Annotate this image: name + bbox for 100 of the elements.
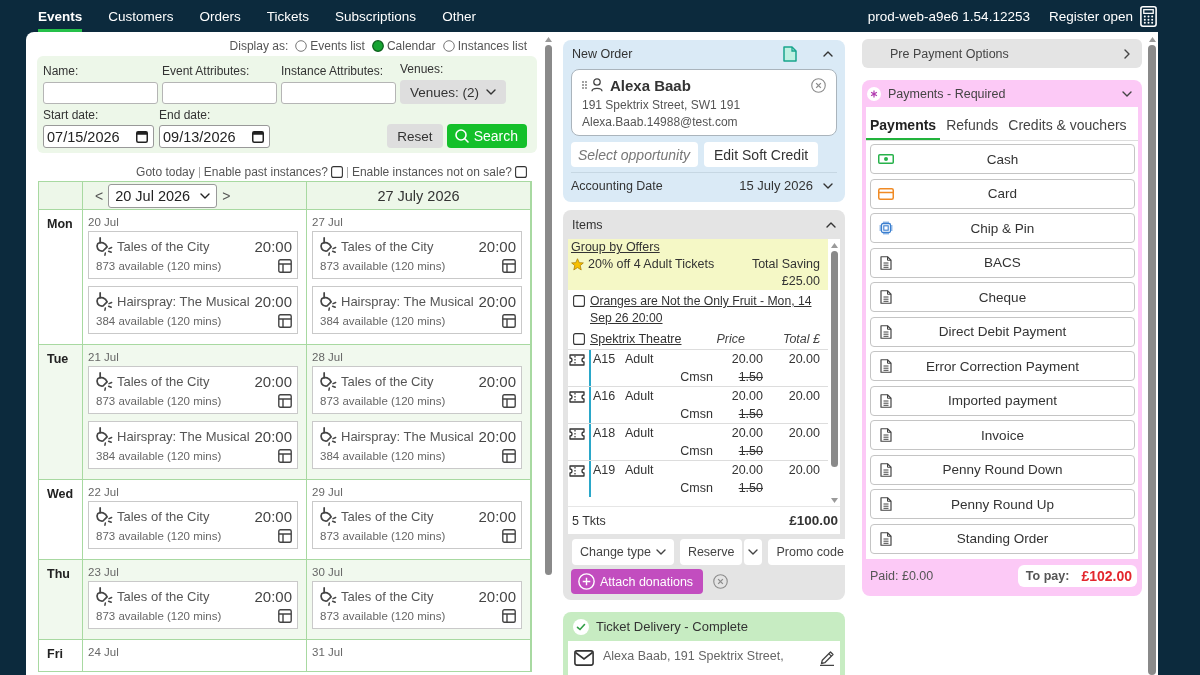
event-card[interactable]: Tales of the City 20:00 873 available (120 mins) [312,366,522,414]
table-icon[interactable] [278,313,292,328]
accounting-date-dropdown[interactable]: 15 July 2026 [737,176,837,195]
event-card[interactable]: Hairspray: The Musical 20:00 384 available (120 mins) [312,286,522,334]
action-button[interactable]: Reserve [679,539,743,565]
event-card[interactable]: Hairspray: The Musical 20:00 384 available (120 mins) [88,421,298,469]
payment-method-button[interactable]: Standing Order [870,523,1135,554]
event-card[interactable]: Tales of the City 20:00 873 available (120 mins) [88,501,298,549]
chevron-up-icon[interactable] [826,221,836,228]
payment-tab[interactable]: Payments [866,111,941,140]
scroll-up-icon[interactable] [545,37,552,42]
attach-donations-button[interactable]: Attach donations [571,569,704,594]
event-card[interactable]: Tales of the City 20:00 873 available (120 mins) [312,231,522,279]
view-option[interactable]: Events list [295,39,365,53]
close-icon[interactable] [713,574,729,589]
edit-soft-credit-button[interactable]: Edit Soft Credit [704,142,819,167]
option-checkbox[interactable]: Enable instances not on sale? [351,165,527,179]
table-icon[interactable] [502,258,516,273]
pencil-icon[interactable] [819,650,835,666]
table-icon[interactable] [502,393,516,408]
event-card[interactable]: Hairspray: The Musical 20:00 384 available (120 mins) [312,421,522,469]
payment-method-button[interactable]: Cash [870,144,1135,174]
nav-tab[interactable]: Subscriptions [335,0,417,32]
chevron-up-icon[interactable] [823,51,833,57]
customer-name: Alexa Baab [610,76,691,94]
table-icon[interactable] [278,393,292,408]
payment-tab[interactable]: Credits & vouchers [1004,111,1131,140]
group-by-offers-link[interactable]: Group by Offers [571,240,660,254]
ticket-icon [569,428,585,440]
reset-button[interactable]: Reset [387,124,443,148]
scroll-down-icon[interactable] [830,498,838,503]
pre-payment-options-button[interactable]: Pre Payment Options [862,39,1142,68]
calculator-icon[interactable] [1140,5,1157,27]
payment-method-button[interactable]: Imported payment [870,385,1135,416]
payment-method-button[interactable]: Card [870,178,1135,209]
checkbox-icon[interactable] [515,166,527,178]
next-week-button[interactable]: > [220,187,233,204]
date-field[interactable]: 07/15/2026 [43,125,154,148]
checkbox-icon[interactable] [573,295,585,307]
ringing-bell-icon [319,506,338,526]
dropdown-button[interactable]: Change type [572,539,674,565]
payment-method-button[interactable]: Error Correction Payment [870,351,1135,381]
field-label: Event Attributes: [162,64,250,79]
chevron-down-icon[interactable] [1122,90,1132,97]
scrollbar[interactable] [830,243,838,503]
table-icon[interactable] [502,448,516,463]
checkbox-icon[interactable] [330,166,343,178]
event-card[interactable]: Tales of the City 20:00 873 available (120 mins) [88,581,298,629]
text-input[interactable] [281,82,396,104]
scrollbar-thumb[interactable] [830,251,838,467]
nav-tab[interactable]: Orders [199,0,241,32]
payment-method-button[interactable]: Chip & Pin [870,213,1135,243]
event-card[interactable]: Tales of the City 20:00 873 available (120 mins) [88,366,298,414]
fee-label: Cmsn [679,406,713,423]
table-icon[interactable] [502,608,516,623]
customer-card[interactable]: Alexa Baab 191 Spektrix Street, SW1 191 Alexa.Baab.14988@test.com [571,69,837,136]
nav-tab[interactable]: Tickets [266,0,310,32]
payment-method-button[interactable]: BACS [870,247,1135,278]
table-icon[interactable] [278,258,292,273]
scrollbar-thumb[interactable] [545,45,552,575]
nav-tab[interactable]: Other [442,0,476,32]
table-icon[interactable] [278,608,292,623]
checkbox-icon[interactable] [573,333,585,345]
venues-dropdown[interactable]: Venues: (2) [400,80,507,104]
opportunity-field[interactable]: Select opportunity [571,142,698,167]
event-card[interactable]: Tales of the City 20:00 873 available (120 mins) [312,501,522,549]
week-select[interactable]: 20 Jul 2026 [108,183,218,208]
option-checkbox[interactable]: Enable past instances? [203,165,343,179]
text-input[interactable] [43,82,158,104]
scroll-up-icon[interactable] [830,243,838,248]
view-option[interactable]: Instances list [442,39,527,53]
ticket-total: 20.00 [787,351,820,368]
close-icon[interactable] [811,77,826,93]
goto-today-link[interactable]: Goto today [136,165,195,179]
nav-tab[interactable]: Customers [108,0,174,32]
view-option[interactable]: Calendar [371,39,436,53]
table-icon[interactable] [278,528,292,543]
payment-method-button[interactable]: Direct Debit Payment [870,316,1135,347]
payment-tab[interactable]: Refunds [942,111,1003,140]
venue-link[interactable]: Spektrix Theatre [590,331,682,347]
text-input[interactable] [162,82,277,104]
scroll-up-icon[interactable] [1148,37,1156,42]
dropdown-toggle-button[interactable] [744,539,763,565]
event-link[interactable]: Oranges are Not the Only Fruit - Mon, 14 Sep 26 20:00 [590,293,826,327]
event-card[interactable]: Hairspray: The Musical 20:00 384 available (120 mins) [88,286,298,334]
payment-method-button[interactable]: Penny Round Up [870,489,1135,519]
availability-text: 873 available (120 mins) [96,529,222,542]
previous-week-button[interactable]: < [93,187,106,204]
payment-method-button[interactable]: Penny Round Down [870,454,1135,485]
table-icon[interactable] [278,448,292,463]
table-icon[interactable] [502,313,516,328]
scrollbar-thumb[interactable] [1148,45,1156,675]
payment-method-button[interactable]: Cheque [870,282,1135,312]
event-card[interactable]: Tales of the City 20:00 873 available (120 mins) [312,581,522,629]
drag-handle-icon[interactable] [582,81,587,89]
payment-method-button[interactable]: Invoice [870,420,1135,450]
weekday-label: Tue [47,352,69,366]
event-card[interactable]: Tales of the City 20:00 873 available (120 mins) [88,231,298,279]
date-field[interactable]: 09/13/2026 [159,125,270,148]
table-icon[interactable] [502,528,516,543]
